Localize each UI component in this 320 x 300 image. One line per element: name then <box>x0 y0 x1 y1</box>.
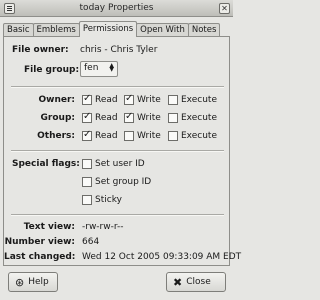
window-title: today Properties <box>79 3 154 13</box>
checkbox-label: Sticky <box>95 195 122 205</box>
sticky-checkbox[interactable]: Sticky <box>82 195 122 205</box>
combo-arrows-icon: ▲ ▼ <box>109 62 114 73</box>
checkbox-label: Write <box>137 131 161 141</box>
checkbox-checked-icon <box>82 129 92 141</box>
title-bar: today Properties ✕ <box>0 0 233 17</box>
close-button-label: Close <box>186 277 211 287</box>
checkbox-label: Write <box>137 95 161 105</box>
group-execute-checkbox[interactable]: Execute <box>168 113 217 123</box>
special-flags-label: Special flags: <box>12 159 80 169</box>
text-view-value: -rw-rw-r-- <box>82 222 124 232</box>
close-icon: ✖ <box>173 275 183 289</box>
owner-perm-label: Owner: <box>38 95 75 105</box>
checkbox-label: Read <box>95 95 118 105</box>
tab-open-with[interactable]: Open With <box>136 23 189 37</box>
owner-read-checkbox[interactable]: Read <box>82 93 118 105</box>
checkbox-label: Set user ID <box>95 159 145 169</box>
checkbox-label: Execute <box>181 131 217 141</box>
close-button[interactable]: ✖ Close <box>166 272 226 292</box>
checkbox-checked-icon <box>124 111 134 123</box>
set-group-id-checkbox[interactable]: Set group ID <box>82 177 151 187</box>
others-execute-checkbox[interactable]: Execute <box>168 131 217 141</box>
checkbox-label: Read <box>95 131 118 141</box>
owner-execute-checkbox[interactable]: Execute <box>168 95 217 105</box>
checkbox-unchecked-icon <box>124 131 134 141</box>
tab-permissions[interactable]: Permissions <box>78 21 138 37</box>
separator <box>11 150 224 152</box>
checkbox-label: Set group ID <box>95 177 152 187</box>
tab-basic[interactable]: Basic <box>3 23 34 37</box>
tab-emblems[interactable]: Emblems <box>32 23 80 37</box>
checkbox-label: Execute <box>181 113 217 123</box>
checkbox-unchecked-icon <box>168 113 178 123</box>
separator <box>11 86 224 88</box>
group-perm-label: Group: <box>40 113 75 123</box>
checkbox-label: Write <box>137 113 161 123</box>
checkbox-unchecked-icon <box>168 131 178 141</box>
file-group-label: File group: <box>24 65 80 75</box>
file-group-select[interactable]: fen ▲ ▼ <box>80 61 118 77</box>
last-changed-value: Wed 12 Oct 2005 09:33:09 AM EDT <box>82 252 242 262</box>
file-owner-value: chris - Chris Tyler <box>80 45 158 55</box>
window-close-icon[interactable]: ✕ <box>219 3 230 14</box>
others-write-checkbox[interactable]: Write <box>124 131 161 141</box>
tab-bar: Basic Emblems Permissions Open With Note… <box>3 21 221 37</box>
checkbox-unchecked-icon <box>82 195 92 205</box>
permissions-panel: File owner: chris - Chris Tyler File gro… <box>3 36 241 266</box>
file-owner-label: File owner: <box>12 45 69 55</box>
number-view-value: 664 <box>82 237 100 247</box>
others-read-checkbox[interactable]: Read <box>82 129 118 141</box>
checkbox-unchecked-icon <box>82 159 92 169</box>
last-changed-label: Last changed: <box>4 252 76 262</box>
checkbox-label: Read <box>95 113 118 123</box>
help-button-label: Help <box>28 277 49 287</box>
help-button[interactable]: ⊛ Help <box>8 272 58 292</box>
checkbox-unchecked-icon <box>82 177 92 187</box>
checkbox-checked-icon <box>82 93 92 105</box>
checkbox-label: Execute <box>181 95 217 105</box>
checkbox-checked-icon <box>82 111 92 123</box>
group-write-checkbox[interactable]: Write <box>124 111 161 123</box>
others-perm-label: Others: <box>37 131 75 141</box>
owner-write-checkbox[interactable]: Write <box>124 93 161 105</box>
help-icon: ⊛ <box>15 275 25 289</box>
checkbox-checked-icon <box>124 93 134 105</box>
group-read-checkbox[interactable]: Read <box>82 111 118 123</box>
separator <box>11 214 224 216</box>
number-view-label: Number view: <box>4 237 75 247</box>
file-group-value: fen <box>84 63 99 73</box>
tab-notes[interactable]: Notes <box>187 23 221 37</box>
text-view-label: Text view: <box>23 222 75 232</box>
set-user-id-checkbox[interactable]: Set user ID <box>82 159 145 169</box>
checkbox-unchecked-icon <box>168 95 178 105</box>
